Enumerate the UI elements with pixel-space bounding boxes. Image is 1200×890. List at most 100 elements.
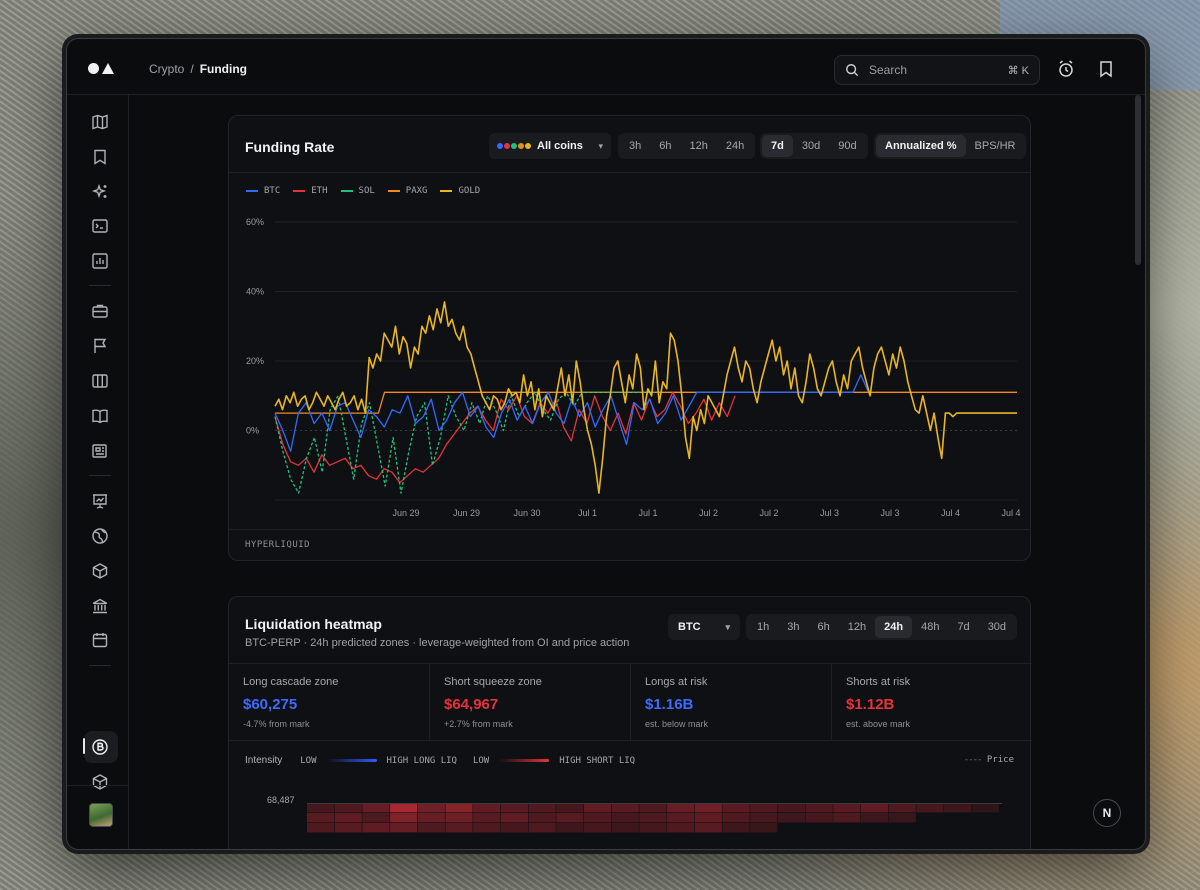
timeframe-option[interactable]: 48h [912, 616, 948, 638]
legend-label: PAXG [405, 186, 428, 196]
terminal-icon[interactable] [91, 217, 109, 235]
unit-option[interactable]: BPS/HR [966, 135, 1025, 157]
heatmap-grid[interactable] [307, 803, 1007, 850]
liquidation-heatmap-card: Liquidation heatmap BTC-PERP · 24h predi… [228, 596, 1032, 850]
columns-icon[interactable] [91, 372, 109, 390]
heatmap-cell [639, 813, 667, 823]
timeframe-option[interactable]: 6h [809, 616, 839, 638]
timeframe-option[interactable]: 1h [748, 616, 778, 638]
heatmap-cell [390, 803, 418, 813]
calendar-icon[interactable] [91, 631, 109, 649]
heatmap-cell [639, 803, 667, 813]
box-icon[interactable] [91, 773, 109, 791]
legend-label: SOL [358, 186, 375, 196]
x-tick-label: Jul 4 [941, 508, 960, 518]
timeframe-option[interactable]: 3h [778, 616, 808, 638]
heatmap-cell [584, 803, 612, 813]
intensity-low-label: LOW [300, 755, 317, 766]
heatmap-cell [611, 813, 639, 823]
heatmap-cell [916, 803, 944, 813]
sidebar-divider [89, 285, 111, 286]
timeframe-option[interactable]: 12h [839, 616, 875, 638]
cube-icon[interactable] [91, 562, 109, 580]
y-tick-label: 20% [246, 356, 264, 366]
timeframe-option-active[interactable]: 7d [762, 135, 793, 157]
price-legend-label: Price [986, 755, 1014, 765]
timeframe-option[interactable]: 90d [829, 135, 865, 157]
legend-item[interactable]: SOL [340, 186, 375, 196]
flag-icon[interactable] [91, 337, 109, 355]
globe-icon[interactable] [91, 527, 109, 545]
bank-icon[interactable] [91, 597, 109, 615]
map-icon[interactable] [91, 113, 109, 131]
logo-triangle [102, 63, 114, 74]
price-dash-swatch: ---- [963, 755, 983, 765]
heatmap-cell [390, 823, 418, 833]
x-tick-label: Jul 3 [820, 508, 839, 518]
heatmap-cell [528, 823, 556, 833]
legend-item[interactable]: ETH [293, 186, 328, 196]
timeframe-option-active[interactable]: 24h [875, 616, 913, 638]
heatmap-cell [694, 823, 722, 833]
stat-label: Short squeeze zone [444, 676, 542, 688]
newspaper-icon[interactable] [91, 442, 109, 460]
alarm-icon[interactable] [1056, 59, 1076, 79]
sidebar-active-indicator [83, 738, 85, 754]
legend-item[interactable]: GOLD [440, 186, 480, 196]
heatmap-cell [777, 803, 805, 813]
stat-value: $1.12B [846, 696, 895, 713]
heatmap-cell [805, 813, 833, 823]
sparkles-icon[interactable] [91, 183, 109, 201]
sidebar-divider [67, 785, 129, 786]
timeframe-option[interactable]: 30d [793, 135, 829, 157]
y-tick-label: 0% [246, 426, 259, 436]
search-input[interactable]: Search ⌘ K [834, 55, 1040, 85]
heatmap-cell [667, 823, 695, 833]
sidebar [67, 95, 129, 849]
bookmark-icon[interactable] [1096, 59, 1116, 79]
legend-swatch [440, 190, 453, 192]
heatmap-cell [445, 823, 473, 833]
bookmark-icon[interactable] [91, 148, 109, 166]
heatmap-cell [833, 803, 861, 813]
timeframe-option[interactable]: 12h [681, 135, 717, 157]
presentation-chart-icon[interactable] [91, 492, 109, 510]
pair-dropdown[interactable]: BTC ▾ [668, 614, 740, 640]
legend-swatch [340, 190, 353, 192]
bitcoin-icon[interactable] [91, 738, 109, 756]
book-icon[interactable] [91, 407, 109, 425]
timeframe-option[interactable]: 30d [979, 616, 1015, 638]
unit-option-active[interactable]: Annualized % [876, 135, 966, 157]
stat-sub: est. below mark [645, 719, 709, 729]
bar-chart-icon[interactable] [91, 252, 109, 270]
next-badge[interactable]: N [1093, 799, 1121, 827]
timeframe-option[interactable]: 6h [650, 135, 680, 157]
heatmap-cell [307, 813, 335, 823]
breadcrumb-parent[interactable]: Crypto [149, 62, 184, 76]
coins-dropdown[interactable]: All coins ▾ [489, 133, 611, 159]
legend-item[interactable]: BTC [246, 186, 280, 196]
timeframe-option[interactable]: 3h [620, 135, 650, 157]
intensity-title: Intensity [245, 755, 283, 766]
search-icon [845, 63, 859, 77]
breadcrumb: Crypto / Funding [149, 62, 247, 76]
briefcase-icon[interactable] [91, 302, 109, 320]
timeframe-option[interactable]: 7d [948, 616, 978, 638]
coin-dot [518, 143, 524, 149]
legend-item[interactable]: PAXG [387, 186, 428, 196]
heatmap-cell [556, 803, 584, 813]
avatar[interactable] [89, 803, 113, 827]
coin-dot [511, 143, 517, 149]
y-tick-label: 60% [246, 217, 264, 227]
funding-chart[interactable]: 60% 40% 20% 0% Jun 29 Jun 29 Jun 30 Jul 1 Jul 1 J… [229, 206, 1032, 526]
top-bar: Crypto / Funding Search ⌘ K [67, 39, 1145, 95]
heatmap-cell [445, 813, 473, 823]
heatmap-cell [944, 803, 972, 813]
heatmap-cell [667, 803, 695, 813]
app-logo[interactable] [88, 63, 114, 74]
stat-value: $60,275 [243, 696, 298, 713]
heatmap-cell [500, 813, 528, 823]
scrollbar[interactable] [1135, 95, 1141, 265]
heatmap-cell [473, 823, 501, 833]
timeframe-option[interactable]: 24h [717, 135, 753, 157]
